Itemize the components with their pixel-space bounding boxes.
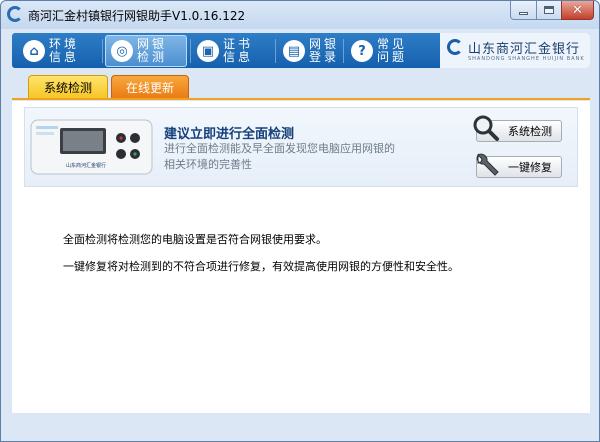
tab-online-update[interactable]: 在线更新 [111,75,189,99]
app-window: 商河汇金村镇银行网银助手V1.0.16.122 ✕ ⌂ 环境信息 ◎ 网银检测 … [0,0,600,442]
bank-name-english: SHANDONG SHANGHE HUIJIN BANK [468,56,585,62]
nav-label: 环境信息 [49,37,80,64]
nav-divider [102,39,103,63]
close-button[interactable]: ✕ [561,1,594,20]
nav-divider [190,39,191,63]
magnifier-icon [473,115,499,141]
main-nav: ⌂ 环境信息 ◎ 网银检测 ▣ 证书信息 ▤ 网银登录 ? 常见问题 山东商河汇… [12,33,590,68]
nav-item-certificate[interactable]: ▣ 证书信息 [192,35,274,67]
home-icon: ⌂ [23,40,45,62]
usb-key-device-image: 山东商河汇金银行 [30,119,153,175]
nav-label: 网银登录 [309,37,340,64]
bank-name: 山东商河汇金银行 [468,42,581,57]
bank-logo: 山东商河汇金银行 SHANDONG SHANGHE HUIJIN BANK [440,33,590,68]
tab-system-check[interactable]: 系统检测 [28,75,108,99]
info-text-repair: 一键修复将对检测到的不符合项进行修复，有效提高使用网银的方便性和安全性。 [63,260,459,273]
maximize-icon [544,6,554,14]
certificate-icon: ▣ [197,40,219,62]
minimize-icon [519,11,528,15]
computer-icon: ▤ [283,40,305,62]
title-bar[interactable]: 商河汇金村镇银行网银助手V1.0.16.122 ✕ [1,1,599,29]
nav-label: 网银检测 [137,37,168,64]
wrench-icon [476,153,499,176]
nav-label: 常见问题 [377,37,408,64]
bank-logo-icon [447,39,463,55]
banner-title: 建议立即进行全面检测 [164,127,295,142]
window-title: 商河汇金村镇银行网银助手V1.0.16.122 [28,9,246,23]
stethoscope-icon: ◎ [111,40,133,62]
tab-underline [12,98,590,100]
close-icon: ✕ [572,2,583,18]
maximize-button[interactable] [536,1,562,20]
main-content: 山东商河汇金银行 建议立即进行全面检测 进行全面检测能及早全面发现您电脑应用网银… [12,101,590,413]
banner-description: 进行全面检测能及早全面发现您电脑应用网银的相关环境的完善性 [164,142,395,171]
nav-divider [275,39,276,63]
app-logo-icon [7,6,23,22]
check-banner: 山东商河汇金银行 建议立即进行全面检测 进行全面检测能及早全面发现您电脑应用网银… [24,107,578,187]
question-icon: ? [351,40,373,62]
info-text-check: 全面检测将检测您的电脑设置是否符合网银使用要求。 [63,233,327,246]
minimize-button[interactable] [510,1,537,20]
nav-divider [343,39,344,63]
device-bank-label: 山东商河汇金银行 [66,162,106,169]
nav-item-bank-check[interactable]: ◎ 网银检测 [105,35,187,67]
nav-item-faq[interactable]: ? 常见问题 [346,35,428,67]
nav-label: 证书信息 [223,37,254,64]
nav-item-environment[interactable]: ⌂ 环境信息 [18,35,100,67]
